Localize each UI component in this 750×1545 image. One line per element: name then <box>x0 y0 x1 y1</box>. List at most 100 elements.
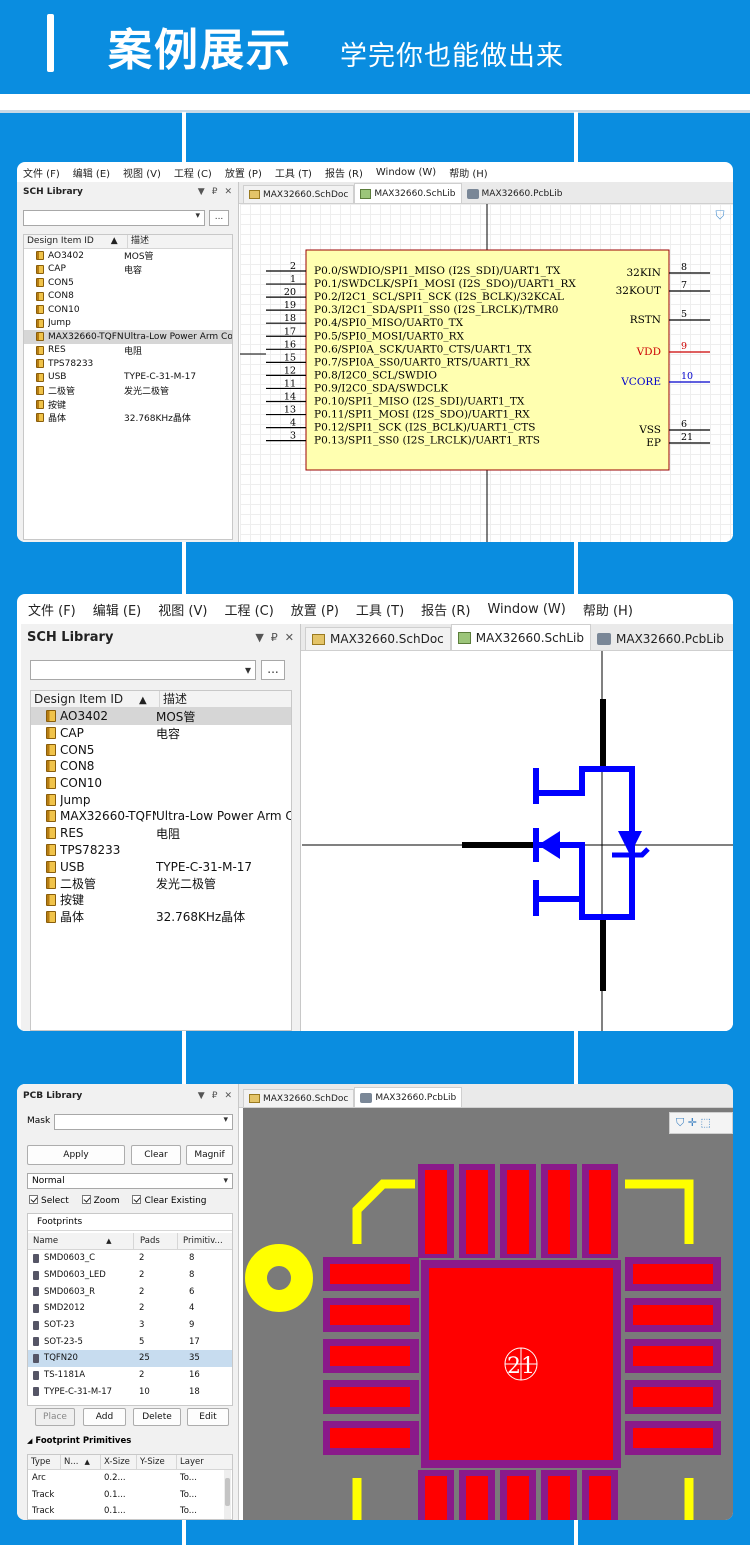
menu-tools[interactable]: 工具 (T) <box>275 165 312 180</box>
footprint-row[interactable]: TYPE-C-31-M-17 10 18 <box>28 1384 232 1401</box>
list-item[interactable]: USB TYPE-C-31-M-17 <box>31 858 291 875</box>
menu-project[interactable]: 工程 (C) <box>224 600 273 619</box>
tab-pcblib[interactable]: MAX32660.PcbLib <box>591 627 730 650</box>
list-item[interactable]: CON8 <box>24 290 232 304</box>
list-item[interactable]: CAP 电容 <box>31 725 291 742</box>
tab-schdoc[interactable]: MAX32660.SchDoc <box>243 185 355 203</box>
crosshair-icon[interactable]: ✛ <box>688 1116 697 1129</box>
list-item[interactable]: USB TYPE-C-31-M-17 <box>24 371 232 385</box>
clear-existing-checkbox[interactable]: Clear Existing <box>132 1195 207 1206</box>
primitive-row[interactable]: Arc 0.2... To... <box>28 1470 232 1487</box>
list-item[interactable]: RES 电阻 <box>31 825 291 842</box>
column-type[interactable]: Type <box>28 1455 61 1469</box>
list-item[interactable]: TPS78233 <box>31 842 291 859</box>
magnify-button[interactable]: Magnif <box>186 1145 233 1165</box>
tab-schdoc[interactable]: MAX32660.SchDoc <box>305 627 451 650</box>
list-item[interactable]: 二极管 发光二极管 <box>31 875 291 892</box>
column-design-item-id[interactable]: Design Item ID ▲ <box>31 691 160 707</box>
menu-project[interactable]: 工程 (C) <box>174 165 212 180</box>
footprint-row[interactable]: SOT-23 3 9 <box>28 1317 232 1334</box>
list-item[interactable]: CON5 <box>31 741 291 758</box>
menu-view[interactable]: 视图 (V) <box>123 165 161 180</box>
column-primitives[interactable]: Primitiv... <box>178 1233 232 1249</box>
close-icon[interactable]: ✕ <box>224 187 232 197</box>
list-item[interactable]: 晶体 32.768KHz晶体 <box>31 908 291 925</box>
menu-tools[interactable]: 工具 (T) <box>356 600 404 619</box>
list-item[interactable]: Jump <box>31 791 291 808</box>
pin-icon[interactable]: ₽ <box>212 187 218 197</box>
primitive-row[interactable]: Track 0.1... To... <box>28 1503 232 1519</box>
column-y-size[interactable]: Y-Size <box>137 1455 177 1469</box>
menu-file[interactable]: 文件 (F) <box>28 600 76 619</box>
list-item[interactable]: TPS78233 <box>24 357 232 371</box>
primitives-section-header[interactable]: ◢ Footprint Primitives <box>27 1436 131 1446</box>
primitive-row[interactable]: Track 0.1... To... <box>28 1487 232 1504</box>
menu-help[interactable]: 帮助 (H) <box>449 165 488 180</box>
footprint-row[interactable]: SMD0603_R 2 6 <box>28 1283 232 1300</box>
filter-combo[interactable]: ▾ <box>30 660 256 680</box>
pin-icon[interactable]: ₽ <box>212 1091 218 1101</box>
list-item[interactable]: 按键 <box>24 398 232 412</box>
mode-select[interactable]: Normal ▾ <box>27 1173 233 1189</box>
column-x-size[interactable]: X-Size <box>101 1455 137 1469</box>
footprint-row[interactable]: SMD0603_C 2 8 <box>28 1250 232 1267</box>
panel-menu-icon[interactable]: ▼ <box>198 187 205 197</box>
footprint-row[interactable]: TQFN20 25 35 <box>28 1350 232 1367</box>
list-item[interactable]: AO3402 MOS管 <box>31 708 291 725</box>
tab-pcblib[interactable]: MAX32660.PcbLib <box>354 1087 463 1107</box>
list-item[interactable]: MAX32660-TQFN2Ultra-Low Power Arm Co <box>31 808 291 825</box>
panel-menu-icon[interactable]: ▼ <box>198 1091 205 1101</box>
edit-button[interactable]: Edit <box>187 1408 229 1426</box>
list-item[interactable]: RES 电阻 <box>24 344 232 358</box>
add-button[interactable]: Add <box>83 1408 126 1426</box>
scrollbar[interactable] <box>224 1470 231 1519</box>
close-icon[interactable]: ✕ <box>224 1091 232 1101</box>
column-description[interactable]: 描述 <box>128 235 232 248</box>
column-design-item-id[interactable]: Design Item ID ▲ <box>24 235 128 248</box>
footprint-row[interactable]: TS-1181A 2 16 <box>28 1367 232 1384</box>
tab-schdoc[interactable]: MAX32660.SchDoc <box>243 1089 355 1107</box>
menu-window[interactable]: Window (W) <box>376 167 436 178</box>
apply-button[interactable]: Apply <box>27 1145 125 1165</box>
filter-icon[interactable]: ⛉ <box>676 1116 684 1129</box>
menu-edit[interactable]: 编辑 (E) <box>73 165 110 180</box>
list-item[interactable]: 按键 <box>31 892 291 909</box>
close-icon[interactable]: ✕ <box>285 631 294 644</box>
menu-place[interactable]: 放置 (P) <box>291 600 339 619</box>
browse-button[interactable]: ... <box>261 660 285 680</box>
panel-menu-icon[interactable]: ▼ <box>255 631 263 644</box>
menu-help[interactable]: 帮助 (H) <box>583 600 633 619</box>
menu-edit[interactable]: 编辑 (E) <box>93 600 142 619</box>
tab-pcblib[interactable]: MAX32660.PcbLib <box>462 185 568 203</box>
delete-button[interactable]: Delete <box>133 1408 181 1426</box>
pcb-canvas[interactable]: 21 ⛉ ✛ ⬚ <box>243 1108 733 1520</box>
list-item[interactable]: CAP 电容 <box>24 263 232 277</box>
menu-reports[interactable]: 报告 (R) <box>421 600 470 619</box>
footprint-row[interactable]: SMD2012 2 4 <box>28 1300 232 1317</box>
menu-view[interactable]: 视图 (V) <box>158 600 207 619</box>
tab-schlib[interactable]: MAX32660.SchLib <box>354 183 462 203</box>
list-item[interactable]: 晶体 32.768KHz晶体 <box>24 411 232 425</box>
select-rect-icon[interactable]: ⬚ <box>700 1116 710 1129</box>
menu-window[interactable]: Window (W) <box>487 602 565 617</box>
list-item[interactable]: 二极管 发光二极管 <box>24 384 232 398</box>
column-layer[interactable]: Layer <box>177 1455 232 1469</box>
menu-place[interactable]: 放置 (P) <box>225 165 262 180</box>
list-item[interactable]: CON5 <box>24 276 232 290</box>
select-checkbox[interactable]: Select <box>29 1195 69 1206</box>
list-item[interactable]: CON8 <box>31 758 291 775</box>
list-item[interactable]: CON10 <box>24 303 232 317</box>
mask-input[interactable]: ▾ <box>54 1114 233 1130</box>
column-net[interactable]: N... ▲ <box>61 1455 101 1469</box>
menu-file[interactable]: 文件 (F) <box>23 165 60 180</box>
footprint-row[interactable]: SOT-23-5 5 17 <box>28 1333 232 1350</box>
list-item[interactable]: AO3402 MOS管 <box>24 249 232 263</box>
menu-reports[interactable]: 报告 (R) <box>325 165 363 180</box>
browse-button[interactable]: ... <box>209 210 229 226</box>
list-item[interactable]: MAX32660-TQFN2Ultra-Low Power Arm Co <box>24 330 232 344</box>
list-item[interactable]: CON10 <box>31 775 291 792</box>
list-item[interactable]: Jump <box>24 317 232 331</box>
clear-button[interactable]: Clear <box>131 1145 181 1165</box>
column-description[interactable]: 描述 <box>160 691 291 707</box>
filter-combo[interactable]: ▾ <box>23 210 205 226</box>
